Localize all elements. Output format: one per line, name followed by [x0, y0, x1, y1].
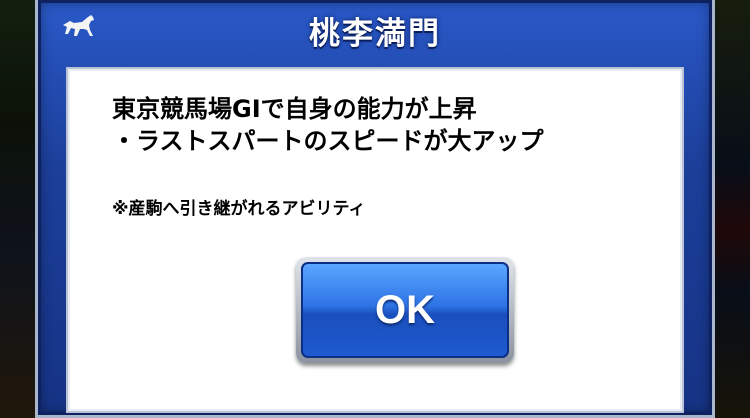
- inheritance-note: ※産駒へ引き継がれるアビリティ: [112, 199, 366, 219]
- dialog-title: 桃李満門: [309, 16, 441, 52]
- ability-dialog: 桃李満門 東京競馬場GIで自身の能力が上昇 ・ラストスパートのスピードが大アップ…: [35, 0, 715, 418]
- dialog-header: 桃李満門: [38, 0, 712, 52]
- ok-button-label: OK: [375, 287, 435, 332]
- dialog-body: 東京競馬場GIで自身の能力が上昇 ・ラストスパートのスピードが大アップ ※産駒へ…: [66, 67, 684, 413]
- description-line: 東京競馬場GIで自身の能力が上昇: [112, 95, 477, 123]
- description-line: ・ラストスパートのスピードが大アップ: [112, 127, 544, 155]
- ok-button[interactable]: OK: [296, 257, 514, 363]
